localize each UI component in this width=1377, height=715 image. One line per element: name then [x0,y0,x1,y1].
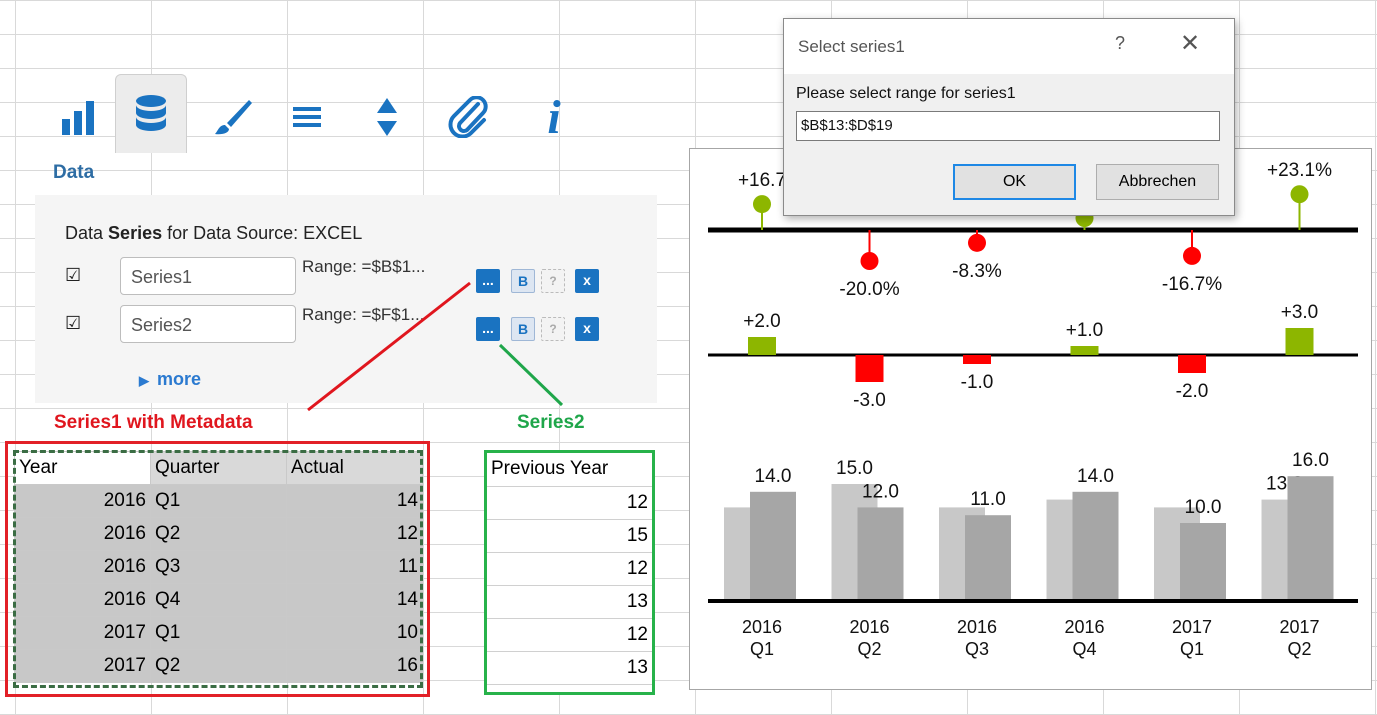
table-row: 2016 Q2 12 [14,517,423,551]
category-tick-label: Q1 [1180,639,1204,659]
cell-actual[interactable]: 14 [286,583,423,617]
absolute-variance-label: +1.0 [1066,320,1104,341]
cell-year[interactable]: 2017 [14,616,151,650]
category-tick-label: Q4 [1072,639,1096,659]
absolute-variance-label: -2.0 [1176,381,1209,402]
cell-actual[interactable]: 12 [286,517,423,551]
category-tick-label: 2016 [1064,617,1104,637]
dialog-title: Select series1 [798,37,905,56]
absolute-variance-label: +3.0 [1281,302,1319,323]
cell-quarter[interactable]: Q4 [150,583,287,617]
absolute-variance-bar [748,337,776,355]
cell-previous[interactable]: 12 [487,486,652,520]
relative-variance-label: +16.7 [738,170,786,191]
actual-value-label: 16.0 [1292,450,1329,471]
green-arrow-line [498,343,564,407]
actual-value-label: 14.0 [1077,466,1114,487]
table-row: 2016 Q4 14 [14,583,423,617]
ok-button[interactable]: OK [953,164,1076,200]
cell-previous[interactable]: 13 [487,585,652,619]
relative-variance-dot [1183,246,1201,265]
category-tick-label: Q1 [750,639,774,659]
relative-variance-label: +23.1% [1267,160,1332,181]
cell-previous[interactable]: 13 [487,651,652,685]
cell-year[interactable]: 2017 [14,649,151,683]
cell-quarter[interactable]: Q1 [150,484,287,518]
cell-actual[interactable]: 11 [286,550,423,584]
relative-variance-dot [1290,185,1309,204]
actual-bar [857,507,904,601]
actual-value-label: 14.0 [755,466,792,487]
table-row: 2016 Q3 11 [14,550,423,584]
relative-variance-label: -8.3% [952,261,1002,282]
relative-variance-dot [860,252,879,270]
help-icon[interactable]: ? [1115,33,1125,54]
select-series-dialog: Select series1 ? ✕ Please select range f… [783,18,1235,216]
actual-value-label: 11.0 [970,489,1006,510]
category-tick-label: Q3 [965,639,989,659]
cell-year[interactable]: 2016 [14,583,151,617]
actual-bar [965,515,1011,601]
table-row: 2016 Q1 14 [14,484,423,518]
cell-actual[interactable]: 10 [286,616,423,650]
cell-quarter[interactable]: Q2 [150,517,287,551]
relative-variance-dot [968,233,986,252]
variance-chart[interactable]: +16.7 -20.0% -8.3% -16.7% +23.1% +2.0 -3.0 -1.0… [689,148,1372,690]
close-icon[interactable]: ✕ [1180,29,1200,58]
range-input[interactable]: $B$13:$D$19 [796,111,1220,141]
absolute-variance-label: +2.0 [743,311,781,332]
header-actual[interactable]: Actual [286,451,423,485]
red-arrow-line [307,281,471,412]
actual-bar [1287,476,1334,601]
cell-actual[interactable]: 16 [286,649,423,683]
dialog-prompt: Please select range for series1 [796,85,1016,102]
relative-variance-label: -20.0% [839,279,899,300]
actual-bar [1180,523,1226,601]
actual-bar [750,491,796,601]
category-tick-label: 2017 [1172,617,1212,637]
cell-quarter[interactable]: Q1 [150,616,287,650]
table-row: 2017 Q2 16 [14,649,423,683]
category-tick-label: 2016 [742,617,782,637]
category-tick-label: 2016 [849,617,889,637]
absolute-variance-bar [1285,328,1314,355]
header-previous-year[interactable]: Previous Year [487,453,652,487]
absolute-variance-bar [1178,355,1206,373]
series2-table: Previous Year 12 15 12 13 12 13 [487,453,652,685]
actual-value-label: 12.0 [862,481,899,502]
dialog-titlebar: Select series1 ? ✕ [784,19,1234,74]
category-tick-label: 2016 [957,617,997,637]
cell-previous[interactable]: 15 [487,519,652,553]
cell-quarter[interactable]: Q3 [150,550,287,584]
cell-actual[interactable]: 14 [286,484,423,518]
cell-year[interactable]: 2016 [14,484,151,518]
cancel-button[interactable]: Abbrechen [1096,164,1219,200]
relative-variance-label: -16.7% [1162,274,1222,295]
cell-previous[interactable]: 12 [487,552,652,586]
absolute-variance-bar [963,355,991,364]
relative-variance-dot [753,195,771,214]
series1-table: Year Quarter Actual 2016 Q1 14 2016 Q2 1… [14,451,423,683]
category-tick-label: Q2 [1287,639,1311,659]
actual-value-label: 10.0 [1185,497,1222,518]
table-row: 2017 Q1 10 [14,616,423,650]
cell-quarter[interactable]: Q2 [150,649,287,683]
absolute-variance-bar [1070,346,1099,355]
absolute-variance-label: -1.0 [961,372,994,393]
category-tick-label: Q2 [857,639,881,659]
chart-canvas: +16.7 -20.0% -8.3% -16.7% +23.1% +2.0 -3.0 -1.0… [708,160,1358,659]
series2-annotation-label: Series2 [517,412,585,433]
header-quarter[interactable]: Quarter [150,451,287,485]
previous-year-label: 15.0 [836,458,873,479]
actual-bar [1072,491,1119,601]
cell-year[interactable]: 2016 [14,550,151,584]
category-tick-label: 2017 [1279,617,1319,637]
absolute-variance-bar [855,355,884,382]
cell-previous[interactable]: 12 [487,618,652,652]
table-header-row: Year Quarter Actual [14,451,423,485]
series1-annotation-label: Series1 with Metadata [54,412,253,433]
absolute-variance-label: -3.0 [853,390,886,411]
cell-year[interactable]: 2016 [14,517,151,551]
header-year[interactable]: Year [14,451,151,485]
